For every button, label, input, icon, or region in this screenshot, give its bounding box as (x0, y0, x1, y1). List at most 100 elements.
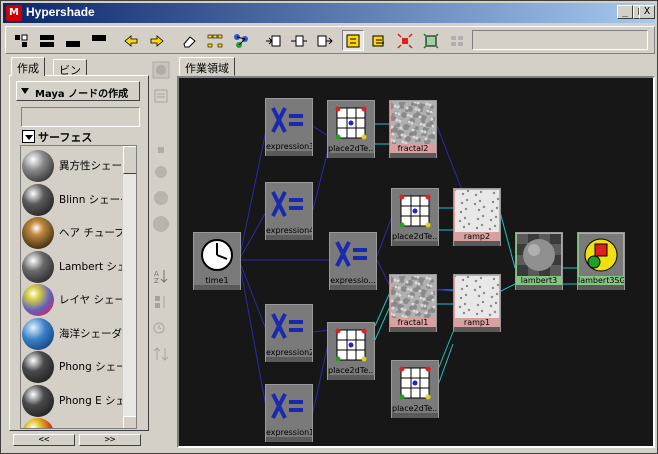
node-ports[interactable] (266, 437, 312, 442)
rearrange-icon[interactable] (204, 30, 226, 51)
reverse-order-icon[interactable] (152, 345, 170, 363)
place2d-node[interactable]: place2dTe... (327, 100, 375, 158)
xlarge-swatch-icon[interactable] (152, 215, 170, 233)
input-connections-icon[interactable] (262, 30, 284, 51)
scrollbar-thumb[interactable] (123, 146, 136, 174)
shader-list-frame (21, 107, 140, 127)
next-button[interactable]: >> (79, 434, 141, 446)
shader-item[interactable]: 異方性シェーダ (22, 148, 126, 184)
node-ports[interactable] (454, 241, 500, 246)
place2d-node[interactable]: place2dTe... (391, 188, 439, 246)
ramp-swatch-icon (455, 190, 499, 232)
shader-item[interactable]: Phong シェーダ (22, 349, 126, 385)
scroll-down-button[interactable] (123, 416, 136, 428)
fractal-node[interactable]: fractal2 (389, 100, 437, 158)
shading-group-swatch-icon (579, 234, 623, 276)
close-button[interactable]: X (639, 5, 655, 19)
clear-graph-icon[interactable] (342, 30, 364, 51)
shader-label: Phong シェーダ (59, 361, 125, 373)
output-connections-icon[interactable] (314, 30, 336, 51)
ocean-ball-icon (22, 317, 54, 350)
graph-materials-icon[interactable] (368, 30, 390, 51)
node-ports[interactable] (266, 357, 312, 362)
maya-logo-icon: M (6, 5, 22, 21)
forward-arrow-icon[interactable] (146, 30, 168, 51)
expression-node[interactable]: expression2 (265, 304, 313, 362)
bottom-nav: << >> (13, 434, 143, 446)
shader-item[interactable]: Lambert シェーダ (22, 249, 126, 285)
title-bar[interactable]: M Hypershade _ □ (3, 3, 655, 23)
hypershade-graph[interactable]: time1 expression3 expression4 expressio... e… (177, 76, 655, 448)
place2d-node[interactable]: place2dTe... (327, 322, 375, 380)
node-ports[interactable] (194, 285, 240, 290)
node-ports[interactable] (328, 153, 374, 158)
shader-item[interactable]: ヘア チューブシェーダ (22, 215, 126, 251)
fractal-node[interactable]: fractal1 (389, 274, 437, 332)
sort-by-type-icon[interactable] (152, 293, 170, 311)
layered-ball-icon (22, 284, 54, 316)
shader-list: 異方性シェーダ Blinn シェーダヘア チューブシェーダ Lambert シェーダ… (20, 145, 137, 429)
back-arrow-icon[interactable] (120, 30, 142, 51)
node-label: ramp2 (463, 232, 491, 241)
shader-item[interactable]: Blinn シェーダ (22, 182, 126, 218)
lambert-node[interactable]: lambert3 (515, 232, 563, 290)
node-ports[interactable] (392, 241, 438, 246)
input-output-connections-icon[interactable] (288, 30, 310, 51)
ramp-node[interactable]: ramp2 (453, 188, 501, 246)
maya-node-create-header[interactable]: Maya ノードの作成 (16, 81, 140, 101)
tab-bin[interactable]: ビン (53, 59, 87, 77)
left-panel: 作成 ビン Maya ノードの作成 サーフェス 異方性シェーダ Blinn シェー… (9, 57, 149, 447)
shader-item[interactable]: 海洋シェーダ (22, 316, 126, 352)
select-upstream-icon[interactable] (394, 30, 416, 51)
large-swatch-icon[interactable] (152, 189, 170, 207)
tab-create[interactable]: 作成 (11, 57, 45, 76)
shading-group-node[interactable]: lambert3SG (577, 232, 625, 290)
swatch-icon[interactable] (152, 61, 170, 79)
swatch-arrange-icon[interactable] (446, 30, 468, 51)
select-downstream-icon[interactable] (420, 30, 442, 51)
shader-item[interactable]: ランプ シェーダ (22, 416, 126, 428)
graph-layout-icon[interactable] (10, 30, 32, 51)
shader-label: Lambert シェーダ (59, 260, 125, 273)
sort-by-time-icon[interactable] (152, 319, 170, 337)
node-ports[interactable] (578, 285, 624, 290)
expression-node[interactable]: expression3 (265, 98, 313, 156)
bottom-only-layout-icon[interactable] (62, 30, 84, 51)
minimize-button[interactable]: _ (617, 5, 633, 19)
ramp-ball-icon (22, 418, 54, 428)
node-ports[interactable] (390, 327, 436, 332)
medium-swatch-icon[interactable] (152, 163, 170, 181)
node-label: expression3 (266, 142, 312, 151)
small-swatch-icon[interactable] (152, 141, 170, 159)
list-view-icon[interactable] (152, 87, 170, 105)
shader-item[interactable]: Phong E シェーダ (22, 383, 126, 419)
node-label: lambert3 (520, 276, 558, 285)
graph-network-icon[interactable] (230, 30, 252, 51)
toolbar-input-field[interactable] (472, 30, 648, 50)
prev-button[interactable]: << (13, 434, 75, 446)
node-ports[interactable] (266, 151, 312, 156)
vertical-scrollbar[interactable] (122, 146, 136, 428)
node-ports[interactable] (454, 327, 500, 332)
node-ports[interactable] (516, 285, 562, 290)
node-ports[interactable] (328, 375, 374, 380)
expression-node[interactable]: expression1 (265, 384, 313, 442)
shader-item[interactable]: レイヤ シェーダ (22, 282, 126, 318)
expression-node[interactable]: expression4 (265, 182, 313, 240)
expression-node[interactable]: expressio... (329, 232, 377, 290)
surface-category-header[interactable]: サーフェス (21, 128, 125, 146)
ramp-node[interactable]: ramp1 (453, 274, 501, 332)
node-ports[interactable] (330, 285, 376, 290)
eraser-icon[interactable] (178, 30, 200, 51)
node-ports[interactable] (392, 413, 438, 418)
time-node[interactable]: time1 (193, 232, 241, 290)
sort-by-name-icon[interactable]: AZ (152, 267, 170, 285)
top-only-layout-icon[interactable] (88, 30, 110, 51)
node-label: place2dTe... (392, 232, 438, 241)
top-bottom-layout-icon[interactable] (36, 30, 58, 51)
node-ports[interactable] (390, 153, 436, 158)
node-ports[interactable] (266, 235, 312, 240)
tab-work-area[interactable]: 作業領域 (179, 57, 235, 76)
maya-node-create-label: Maya ノードの作成 (35, 89, 129, 100)
place2d-node[interactable]: place2dTe... (391, 360, 439, 418)
